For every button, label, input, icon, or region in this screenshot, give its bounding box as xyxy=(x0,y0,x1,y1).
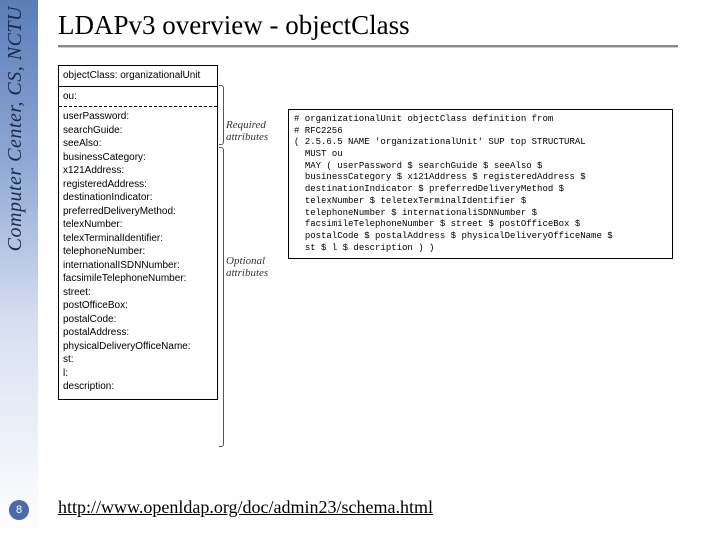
attr-item: businessCategory: xyxy=(63,151,213,165)
attr-item: preferredDeliveryMethod: xyxy=(63,205,213,219)
org-text: Computer Center, CS, NCTU xyxy=(4,6,27,251)
attr-item: telexNumber: xyxy=(63,218,213,232)
attr-item: seeAlso: xyxy=(63,137,213,151)
attr-item: userPassword: xyxy=(63,110,213,124)
attr-box-header: objectClass: organizationalUnit xyxy=(59,66,217,87)
attr-item: postOfficeBox: xyxy=(63,299,213,313)
attribute-box: objectClass: organizationalUnit ou: user… xyxy=(58,65,218,400)
label-required: Required attributes xyxy=(226,119,281,143)
page-number-badge: 8 xyxy=(9,500,29,520)
attr-item: physicalDeliveryOfficeName: xyxy=(63,340,213,354)
objectclass-diagram: objectClass: organizationalUnit ou: user… xyxy=(58,65,678,465)
attr-item: postalAddress: xyxy=(63,326,213,340)
attr-item: x121Address: xyxy=(63,164,213,178)
sidebar: Computer Center, CS, NCTU 8 xyxy=(0,0,38,540)
attr-item: l: xyxy=(63,367,213,381)
attr-item: searchGuide: xyxy=(63,124,213,138)
title-rule xyxy=(58,45,678,47)
label-optional: Optional attributes xyxy=(226,255,281,279)
attr-item: internationalISDNNumber: xyxy=(63,259,213,273)
attr-item: st: xyxy=(63,353,213,367)
brace-required xyxy=(219,85,224,145)
brace-optional xyxy=(219,147,224,447)
page-title: LDAPv3 overview - objectClass xyxy=(58,10,710,41)
attr-item: facsimileTelephoneNumber: xyxy=(63,272,213,286)
attr-item: description: xyxy=(63,380,213,394)
attr-optional-list: userPassword:searchGuide:seeAlso:busines… xyxy=(59,107,217,399)
attr-item: street: xyxy=(63,286,213,300)
attr-must: ou: xyxy=(59,87,217,108)
schema-code-box: # organizationalUnit objectClass definit… xyxy=(288,109,673,259)
attr-item: telexTerminalIdentifier: xyxy=(63,232,213,246)
footer-link[interactable]: http://www.openldap.org/doc/admin23/sche… xyxy=(58,497,433,518)
attr-item: telephoneNumber: xyxy=(63,245,213,259)
attr-item: registeredAddress: xyxy=(63,178,213,192)
attr-item: destinationIndicator: xyxy=(63,191,213,205)
main-content: LDAPv3 overview - objectClass objectClas… xyxy=(58,10,710,465)
attr-item: postalCode: xyxy=(63,313,213,327)
